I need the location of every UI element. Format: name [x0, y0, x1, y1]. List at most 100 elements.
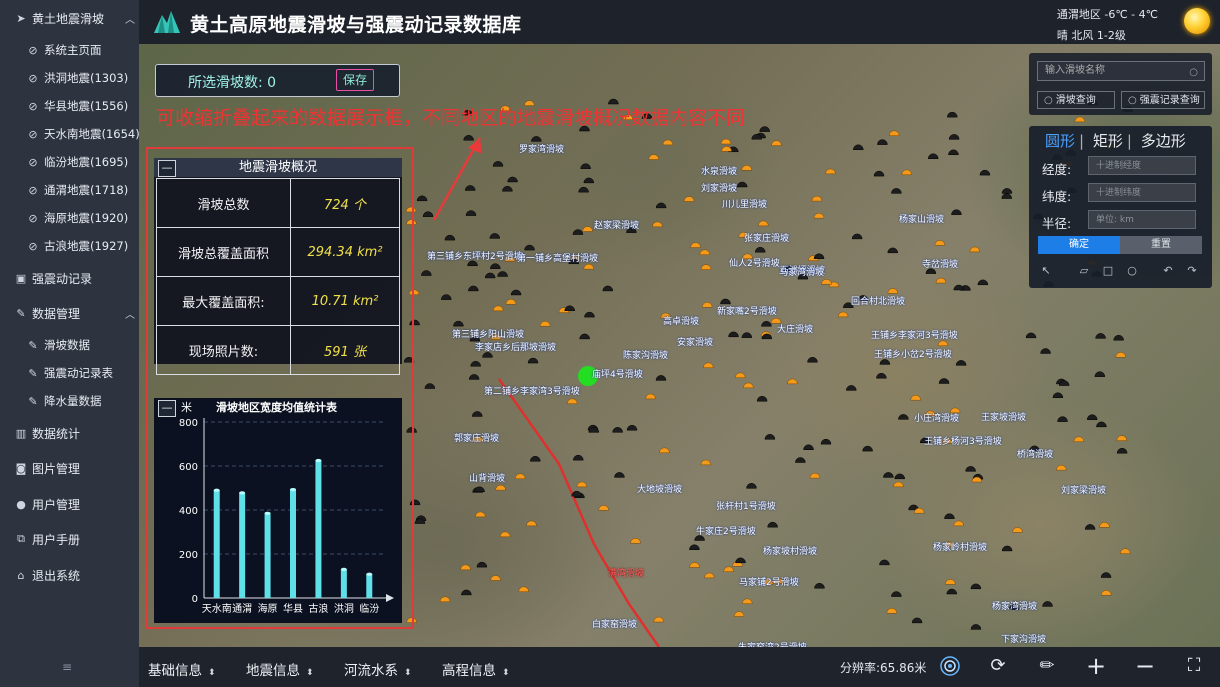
undo-icon[interactable]: ↶ — [1161, 264, 1175, 278]
circle-icon[interactable]: ○ — [1125, 264, 1139, 278]
map-label[interactable]: 第一铺乡高堡村滑坡 — [517, 251, 598, 264]
map-label[interactable]: 下家沟滑坡 — [1001, 632, 1046, 645]
map-label[interactable]: 赵家梁滑坡 — [594, 218, 639, 231]
landslide-marker-icon — [1086, 414, 1098, 420]
sort-icon: ⬍ — [502, 668, 510, 678]
landslide-marker-icon — [893, 481, 904, 488]
map-label[interactable]: 牛家庄2号滑坡 — [696, 524, 756, 537]
sidebar-group-loess[interactable]: ➤ 黄土地震滑坡 ︿ — [0, 4, 153, 32]
map-label[interactable]: 王铺乡小岔2号滑坡 — [874, 347, 952, 360]
pointer-icon[interactable]: ↖ — [1039, 264, 1053, 278]
map-label[interactable]: 王铺乡李家河3号滑坡 — [871, 328, 958, 341]
menu-earthquake-info[interactable]: 地震信息 ⬍ — [246, 659, 314, 679]
tab-circle[interactable]: 圆形 — [1045, 132, 1075, 150]
map-label[interactable]: 庙坪4号滑坡 — [592, 367, 643, 380]
rectangle-icon[interactable]: □ — [1101, 264, 1115, 278]
header: 黄土高原地震滑坡与强震动记录数据库 通渭地区 -6℃ - 4℃ 晴 北风 1-2… — [139, 0, 1220, 44]
map-label[interactable]: 马家湾滑坡 — [779, 265, 824, 278]
refresh-icon[interactable]: ⟳ — [987, 655, 1009, 677]
map-label[interactable]: 杨家岭村滑坡 — [933, 540, 987, 553]
y-tick-label: 600 — [179, 462, 198, 473]
map-label[interactable]: 张杆村1号滑坡 — [716, 499, 776, 512]
polygon-icon[interactable]: ⏥ — [1077, 264, 1091, 278]
mountain-logo-icon — [154, 11, 180, 33]
map-label[interactable]: 桥湾滑坡 — [1017, 447, 1053, 460]
globe-icon[interactable] — [939, 655, 961, 677]
map-label[interactable]: 白家窑滑坡 — [592, 617, 637, 630]
map-label[interactable]: 罗家湾滑坡 — [519, 142, 564, 155]
map-label[interactable]: 第三铺乡阳山滑坡 — [452, 327, 524, 340]
zoom-out-icon[interactable]: − — [1134, 654, 1156, 678]
menu-toggle-icon[interactable]: ≡ — [62, 660, 72, 674]
landslide-marker-icon — [583, 177, 595, 184]
map-label[interactable]: 杨家湾滑坡 — [992, 599, 1037, 612]
menu-basic-info[interactable]: 基础信息 ⬍ — [148, 659, 216, 679]
map-label[interactable]: 寺岔滑坡 — [922, 257, 958, 270]
landslide-query-button[interactable]: ○ 滑坡查询 — [1037, 91, 1115, 109]
map-label[interactable]: 陈家沟滑坡 — [623, 348, 668, 361]
landslide-marker-icon — [891, 591, 902, 597]
map-label[interactable]: 大地坡滑坡 — [637, 482, 682, 495]
map-label[interactable]: 杨家坡村滑坡 — [763, 544, 817, 557]
map-label[interactable]: 川儿里滑坡 — [722, 197, 767, 210]
map-label[interactable]: 回合村北滑坡 — [851, 294, 905, 307]
map-label[interactable]: 刘家滑坡 — [701, 181, 737, 194]
menu-rivers[interactable]: 河流水系 ⬍ — [344, 659, 412, 679]
map-label[interactable]: 安家滑坡 — [677, 335, 713, 348]
sidebar-item-logout[interactable]: ⌂ 退出系统 — [0, 561, 153, 589]
radius-input[interactable]: 单位: km — [1088, 210, 1196, 229]
search-input[interactable]: 输入滑坡名称 ○ — [1037, 61, 1205, 81]
sidebar-item-strong-motion[interactable]: ▣ 强震动记录 — [0, 264, 153, 292]
sidebar-item-label: 海原地震(1920) — [44, 211, 129, 225]
map-label[interactable]: 郭家庄滑坡 — [454, 431, 499, 444]
map-label[interactable]: 高卓滑坡 — [663, 314, 699, 327]
map-label[interactable]: 第二铺乡李家湾3号滑坡 — [484, 384, 580, 397]
map-label[interactable]: 马家铺2号滑坡 — [739, 575, 799, 588]
landslide-marker-icon — [891, 188, 902, 194]
landslide-marker-icon — [653, 616, 664, 623]
tab-polygon[interactable]: 多边形 — [1141, 132, 1186, 150]
map-label[interactable]: 王家坡滑坡 — [981, 410, 1026, 423]
map-label[interactable]: 第三铺乡东坪村2号滑坡 — [427, 249, 523, 262]
sidebar-item-label: 洪洞地震(1303) — [44, 71, 129, 85]
search-icon[interactable]: ○ — [1189, 64, 1198, 82]
map-label[interactable]: 大庄滑坡 — [777, 322, 813, 335]
edit-icon: ✎ — [16, 306, 26, 320]
app-title: 黄土高原地震滑坡与强震动记录数据库 — [190, 14, 522, 36]
map-label[interactable]: 小庄湾滑坡 — [914, 411, 959, 424]
map-label[interactable]: 王铺乡杨河3号滑坡 — [924, 434, 1002, 447]
latitude-input[interactable]: 十进制纬度 — [1088, 183, 1196, 202]
landslide-marker-icon — [502, 186, 513, 192]
map-label[interactable]: 新家嘴2号滑坡 — [717, 304, 777, 317]
ruler-icon[interactable]: ✏ — [1036, 655, 1058, 677]
longitude-input[interactable]: 十进制经度 — [1088, 156, 1196, 175]
menu-elevation[interactable]: 高程信息 ⬍ — [442, 659, 510, 679]
sidebar-item-stats[interactable]: ▥ 数据统计 — [0, 419, 153, 447]
confirm-button[interactable]: 确定 — [1038, 236, 1120, 254]
map-label[interactable]: 山背滑坡 — [469, 471, 505, 484]
sidebar-group-data-mgmt[interactable]: ✎ 数据管理 ︿ — [0, 299, 153, 327]
landslide-marker-icon — [720, 138, 732, 145]
map-label[interactable]: 刘家梁滑坡 — [1061, 483, 1106, 496]
landslide-marker-icon — [490, 263, 501, 269]
save-button[interactable]: 保存 — [336, 69, 374, 91]
map-label[interactable]: 水泉滑坡 — [701, 164, 737, 177]
overview-collapse-button[interactable]: — — [158, 160, 176, 177]
zoom-in-icon[interactable]: + — [1085, 654, 1107, 678]
menu-label: 地震信息 — [246, 663, 300, 679]
map-label[interactable]: 杨家山滑坡 — [899, 212, 944, 225]
tab-rectangle[interactable]: 矩形 — [1093, 132, 1123, 150]
sidebar-item-users[interactable]: ● 用户管理 — [0, 490, 153, 518]
fullscreen-icon[interactable]: ⛶ — [1183, 655, 1205, 677]
sidebar-item-manual[interactable]: ⧉ 用户手册 — [0, 525, 153, 553]
reset-button[interactable]: 重置 — [1120, 236, 1202, 254]
redo-icon[interactable]: ↷ — [1185, 264, 1199, 278]
map-label[interactable]: 张家庄滑坡 — [744, 231, 789, 244]
record-query-button[interactable]: ○ 强震记录查询 — [1121, 91, 1205, 109]
map-label[interactable]: 仙人2号滑坡 — [729, 256, 780, 269]
sidebar-item-images[interactable]: ◙ 图片管理 — [0, 454, 153, 482]
map-label[interactable]: 满湾滑坡 — [608, 566, 644, 579]
map-label[interactable]: 李家店乡后那坡滑坡 — [475, 340, 556, 353]
bottom-toolbar: 基础信息 ⬍ 地震信息 ⬍ 河流水系 ⬍ 高程信息 ⬍ 分辨率:65.86米 ⟳ ✏ +… — [139, 647, 1220, 687]
map-label[interactable]: 朱家窑湾2号滑坡 — [738, 640, 807, 647]
